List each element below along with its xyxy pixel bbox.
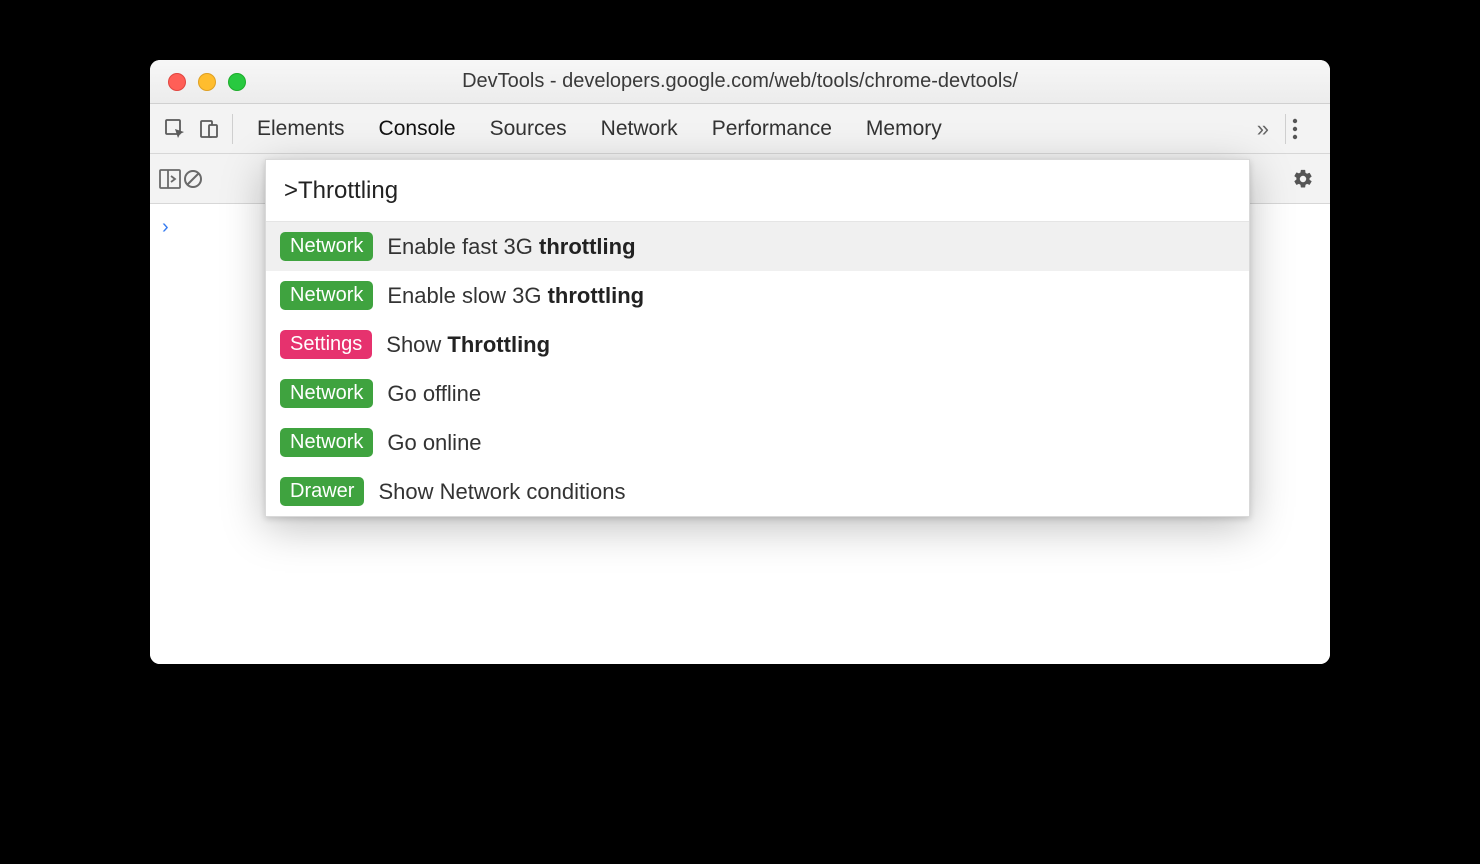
- tab-sources[interactable]: Sources: [490, 117, 567, 141]
- traffic-lights: [150, 73, 246, 91]
- separator: [1285, 114, 1286, 144]
- command-menu-item-label: Show Network conditions: [378, 479, 625, 505]
- device-toolbar-icon[interactable]: [192, 112, 226, 146]
- zoom-window-button[interactable]: [228, 73, 246, 91]
- command-menu-item[interactable]: Network Go offline: [266, 369, 1249, 418]
- command-menu-item-badge: Settings: [280, 330, 372, 359]
- command-menu-item-badge: Network: [280, 379, 373, 408]
- tab-performance[interactable]: Performance: [712, 117, 832, 141]
- clear-console-icon[interactable]: [182, 168, 204, 190]
- command-menu-item[interactable]: Network Enable fast 3G throttling: [266, 222, 1249, 271]
- separator: [232, 114, 233, 144]
- command-menu-item-badge: Network: [280, 281, 373, 310]
- command-menu-item-label: Go online: [387, 430, 481, 456]
- command-menu-item[interactable]: Network Go online: [266, 418, 1249, 467]
- command-menu-item[interactable]: Settings Show Throttling: [266, 320, 1249, 369]
- console-prompt-chevron-icon: ›: [162, 216, 169, 239]
- tab-console[interactable]: Console: [379, 117, 456, 141]
- minimize-window-button[interactable]: [198, 73, 216, 91]
- window-title: DevTools - developers.google.com/web/too…: [150, 70, 1330, 93]
- command-menu: Network Enable fast 3G throttling Network E…: [265, 159, 1250, 517]
- tab-elements[interactable]: Elements: [257, 117, 345, 141]
- inspect-element-icon[interactable]: [158, 112, 192, 146]
- command-menu-item[interactable]: Drawer Show Network conditions: [266, 467, 1249, 516]
- panel-tabs: Elements Console Sources Network Performance…: [257, 117, 1257, 141]
- console-sidebar-toggle-icon[interactable]: [158, 168, 182, 190]
- devtools-window: DevTools - developers.google.com/web/too…: [150, 60, 1330, 664]
- command-menu-item-label: Enable fast 3G throttling: [387, 234, 635, 260]
- tab-network[interactable]: Network: [601, 117, 678, 141]
- command-menu-input[interactable]: [284, 177, 1231, 205]
- command-menu-item-label: Go offline: [387, 381, 481, 407]
- command-menu-item[interactable]: Network Enable slow 3G throttling: [266, 271, 1249, 320]
- command-menu-item-badge: Network: [280, 232, 373, 261]
- more-tabs-icon[interactable]: »: [1257, 116, 1269, 142]
- command-menu-input-row: [266, 160, 1249, 222]
- customize-devtools-icon[interactable]: [1292, 118, 1322, 140]
- main-toolbar: Elements Console Sources Network Performance…: [150, 104, 1330, 154]
- command-menu-results: Network Enable fast 3G throttling Network E…: [266, 222, 1249, 516]
- console-settings-icon[interactable]: [1292, 168, 1314, 190]
- tab-memory[interactable]: Memory: [866, 117, 942, 141]
- command-menu-item-label: Show Throttling: [386, 332, 550, 358]
- titlebar: DevTools - developers.google.com/web/too…: [150, 60, 1330, 104]
- command-menu-item-label: Enable slow 3G throttling: [387, 283, 644, 309]
- close-window-button[interactable]: [168, 73, 186, 91]
- command-menu-item-badge: Network: [280, 428, 373, 457]
- command-menu-item-badge: Drawer: [280, 477, 364, 506]
